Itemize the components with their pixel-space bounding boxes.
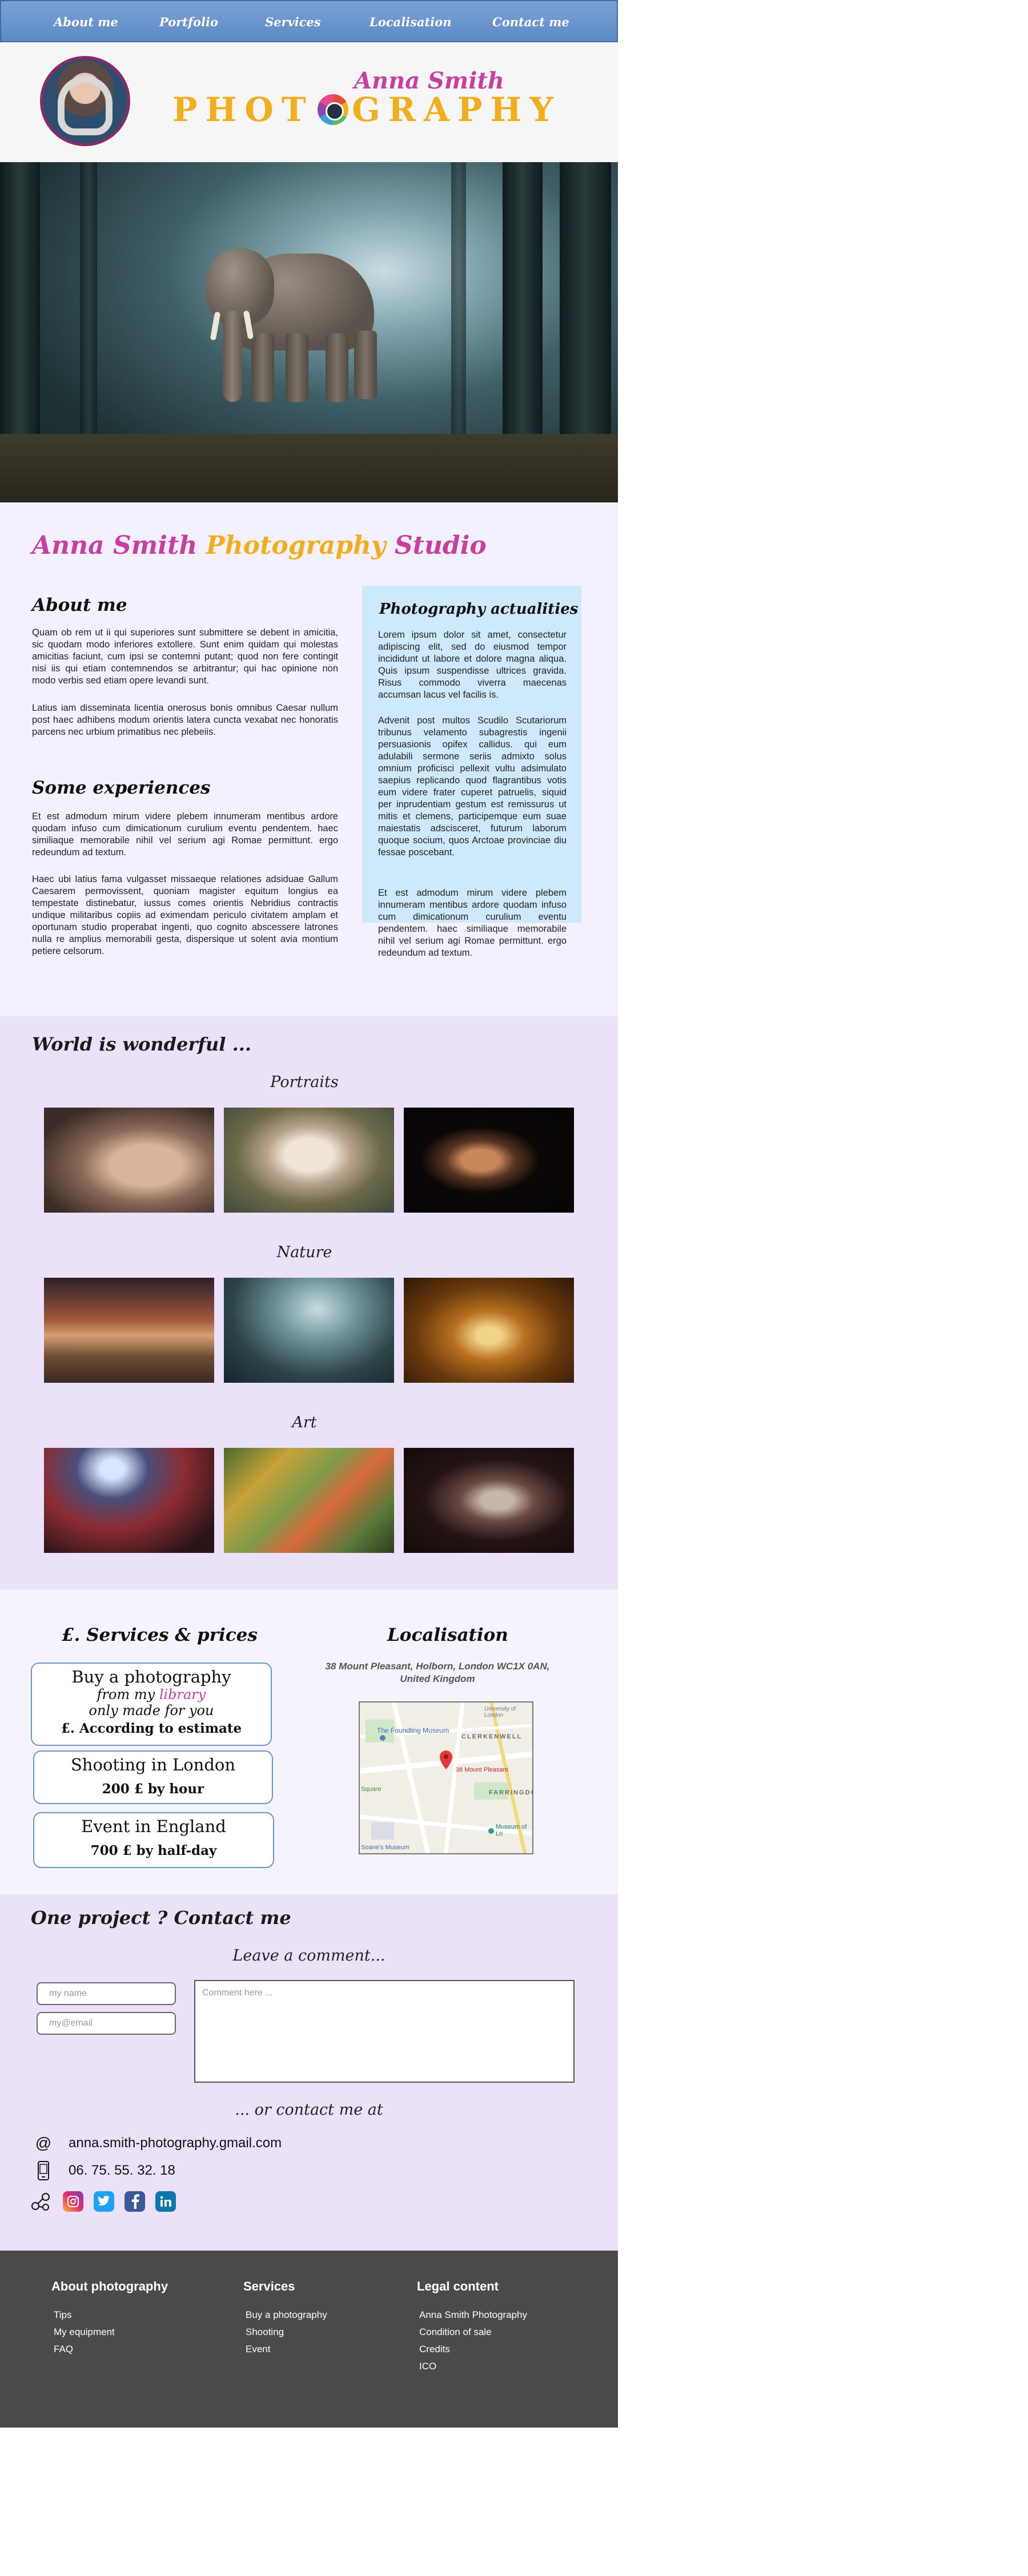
footer-link-event[interactable]: Event: [243, 2341, 327, 2358]
actualities-panel: Photography actualities Lorem ipsum dolo…: [362, 586, 581, 958]
contact-section: One project ? Contact me Leave a comment…: [0, 1894, 618, 2251]
photo-art-aerial-silk[interactable]: [404, 1448, 574, 1553]
twitter-icon[interactable]: [94, 2191, 114, 2212]
photo-art-dancers[interactable]: [44, 1448, 214, 1553]
footer-link-buy[interactable]: Buy a photography: [243, 2307, 327, 2324]
map-label-square: Square: [361, 1786, 382, 1793]
site-header: Anna Smith PHOT GRAPHY: [0, 42, 618, 162]
photo-nature-horses[interactable]: [44, 1278, 214, 1383]
share-network-icon: [31, 2191, 51, 2212]
leave-comment-heading: Leave a comment...: [232, 1947, 386, 1965]
actualities-paragraph-1: Lorem ipsum dolor sit amet, consectetur …: [378, 630, 567, 700]
footer-link-faq[interactable]: FAQ: [51, 2341, 168, 2358]
footer-link-ico[interactable]: ICO: [417, 2358, 527, 2375]
category-nature: Nature: [276, 1243, 332, 1261]
photo-nature-elephant[interactable]: [224, 1278, 394, 1383]
service-event-title: Event in England: [81, 1817, 226, 1836]
photo-portrait-couple[interactable]: [404, 1108, 574, 1213]
map-label-soane: Soane's Museum: [361, 1844, 409, 1851]
contact-phone-row: 06. 75. 55. 32. 18: [34, 2161, 175, 2180]
top-navigation: About me Portfolio Services Localisation…: [0, 0, 618, 42]
brand-logo: PHOT GRAPHY: [172, 90, 561, 129]
service-card-shooting[interactable]: Shooting in London 200 £ by hour: [33, 1750, 273, 1804]
camera-lens-icon: [318, 94, 349, 125]
service-event-price: 700 £ by half-day: [90, 1843, 217, 1858]
service-buy-title: Buy a photography: [71, 1667, 231, 1687]
address: 38 Mount Pleasant, Holborn, London WC1X …: [325, 1661, 550, 1684]
comment-textarea[interactable]: Comment here ...: [194, 1980, 575, 2083]
footer-title-legal: Legal content: [417, 2279, 499, 2293]
at-sign-icon: @: [35, 2134, 52, 2152]
service-shooting-title: Shooting in London: [70, 1755, 236, 1774]
footer-column-about: About photography Tips My equipment FAQ: [51, 2279, 168, 2358]
nav-services[interactable]: Services: [265, 15, 321, 29]
footer-column-legal: Legal content Anna Smith Photography Con…: [417, 2279, 527, 2375]
gallery-section: World is wonderful ... Portraits Nature …: [0, 1016, 618, 1589]
instagram-icon[interactable]: [63, 2191, 83, 2212]
category-art: Art: [292, 1414, 317, 1431]
contact-email[interactable]: anna.smith-photography.gmail.com: [69, 2135, 282, 2151]
services-title: £. Services & prices: [62, 1625, 258, 1645]
about-paragraph-1: Quam ob rem ut ii qui superiores sunt su…: [32, 627, 338, 686]
footer-title-about: About photography: [51, 2279, 168, 2293]
name-input[interactable]: my name: [37, 1982, 176, 2005]
nav-about-me[interactable]: About me: [54, 15, 118, 29]
map-label-farringdon: FARRINGDO: [489, 1789, 533, 1796]
service-buy-price: £. According to estimate: [61, 1721, 242, 1736]
email-input[interactable]: my@email: [37, 2012, 176, 2035]
service-shooting-price: 200 £ by hour: [102, 1781, 204, 1797]
footer-link-equipment[interactable]: My equipment: [51, 2324, 168, 2341]
location-map[interactable]: University of London The Foundling Museu…: [359, 1701, 533, 1854]
nav-localisation[interactable]: Localisation: [370, 15, 452, 29]
contact-email-row: @ anna.smith-photography.gmail.com: [34, 2134, 282, 2152]
contact-title: One project ? Contact me: [31, 1907, 291, 1929]
about-title: About me: [32, 595, 127, 615]
experiences-paragraph-2: Haec ubi latius fama vulgasset missaeque…: [32, 874, 338, 956]
footer-link-conditions[interactable]: Condition of sale: [417, 2324, 527, 2341]
map-label-foundling: The Foundling Museum: [377, 1726, 449, 1734]
studio-section: Anna Smith Photography Studio About me Q…: [0, 502, 618, 1016]
avatar: [40, 56, 130, 146]
photo-nature-water-drop[interactable]: [404, 1278, 574, 1383]
footer-link-credits[interactable]: Credits: [417, 2341, 527, 2358]
gallery-title: World is wonderful ...: [32, 1033, 252, 1055]
hero-image-elephant: [0, 162, 618, 502]
facebook-icon[interactable]: [125, 2191, 145, 2212]
footer-link-anna-smith[interactable]: Anna Smith Photography: [417, 2307, 527, 2324]
experiences-title: Some experiences: [32, 778, 211, 798]
category-portraits: Portraits: [270, 1073, 339, 1091]
phone-icon: [34, 2161, 53, 2180]
experiences-paragraph-1: Et est admodum mirum videre plebem innum…: [32, 811, 338, 858]
photo-portrait-woman[interactable]: [224, 1108, 394, 1213]
actualities-paragraph-2: Advenit post multos Scudilo Scutariorum …: [378, 715, 567, 858]
footer-column-services: Services Buy a photography Shooting Even…: [243, 2279, 327, 2358]
nav-portfolio[interactable]: Portfolio: [159, 15, 218, 29]
footer-title-services: Services: [243, 2279, 295, 2293]
nav-contact-me[interactable]: Contact me: [492, 15, 569, 29]
footer-link-shooting[interactable]: Shooting: [243, 2324, 327, 2341]
library-link[interactable]: library: [159, 1687, 206, 1702]
brand-word-left: PHOT: [172, 90, 315, 129]
localisation-title: Localisation: [387, 1625, 508, 1645]
photo-portrait-baby[interactable]: [44, 1108, 214, 1213]
service-card-event[interactable]: Event in England 700 £ by half-day: [33, 1812, 274, 1868]
map-label-pin: 38 Mount Pleasant: [456, 1766, 508, 1773]
services-section: £. Services & prices Buy a photography f…: [0, 1589, 618, 1894]
site-footer: About photography Tips My equipment FAQ …: [0, 2251, 618, 2428]
map-label-museum: Museum of Lo: [496, 1824, 527, 1837]
map-label-university: University of London: [484, 1706, 516, 1718]
or-contact-heading: ... or contact me at: [235, 2101, 383, 2119]
actualities-title: Photography actualities: [379, 601, 579, 618]
service-card-buy[interactable]: Buy a photography from my library only m…: [31, 1663, 272, 1746]
actualities-paragraph-3: Et est admodum mirum videre plebem innum…: [378, 888, 567, 958]
about-paragraph-2: Latius iam disseminata licentia onerosus…: [32, 703, 338, 737]
brand-word-right: GRAPHY: [352, 90, 561, 129]
map-label-clerkenwell: CLERKENWELL: [461, 1733, 523, 1740]
contact-phone: 06. 75. 55. 32. 18: [69, 2163, 175, 2178]
photo-art-jars[interactable]: [224, 1448, 394, 1553]
studio-title: Anna Smith Photography Studio: [32, 531, 487, 560]
linkedin-icon[interactable]: [155, 2191, 176, 2212]
footer-link-tips[interactable]: Tips: [51, 2307, 168, 2324]
